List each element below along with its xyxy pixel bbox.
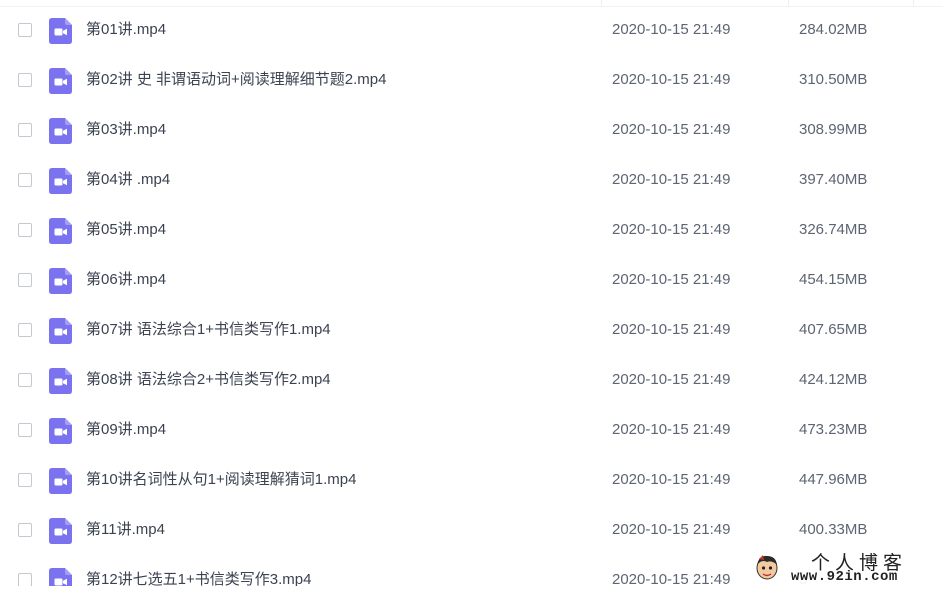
file-size: 454.15MB bbox=[799, 271, 868, 288]
file-size: 447.96MB bbox=[799, 471, 868, 488]
file-name[interactable]: 第09讲.mp4 bbox=[86, 421, 166, 439]
row-checkbox[interactable] bbox=[18, 573, 32, 586]
video-file-icon bbox=[49, 518, 72, 544]
file-row[interactable]: 第09讲.mp4 2020-10-15 21:49 473.23MB bbox=[0, 406, 943, 456]
file-size: 400.33MB bbox=[799, 521, 868, 538]
file-name[interactable]: 第11讲.mp4 bbox=[86, 521, 165, 539]
avatar-icon bbox=[756, 555, 778, 580]
file-row[interactable]: 第01讲.mp4 2020-10-15 21:49 284.02MB bbox=[0, 6, 943, 56]
video-file-icon bbox=[49, 268, 72, 294]
video-file-icon bbox=[49, 118, 72, 144]
file-date: 2020-10-15 21:49 bbox=[612, 21, 731, 38]
file-name[interactable]: 第10讲名词性从句1+阅读理解猜词1.mp4 bbox=[86, 471, 356, 489]
file-date: 2020-10-15 21:49 bbox=[612, 121, 731, 138]
file-row[interactable]: 第06讲.mp4 2020-10-15 21:49 454.15MB bbox=[0, 256, 943, 306]
file-row[interactable]: 第08讲 语法综合2+书信类写作2.mp4 2020-10-15 21:49 424… bbox=[0, 356, 943, 406]
file-date: 2020-10-15 21:49 bbox=[612, 471, 731, 488]
row-checkbox[interactable] bbox=[18, 173, 32, 187]
file-date: 2020-10-15 21:49 bbox=[612, 421, 731, 438]
file-row[interactable]: 第05讲.mp4 2020-10-15 21:49 326.74MB bbox=[0, 206, 943, 256]
file-row[interactable]: 第02讲 史 非谓语动词+阅读理解细节题2.mp4 2020-10-15 21:4… bbox=[0, 56, 943, 106]
row-checkbox[interactable] bbox=[18, 373, 32, 387]
row-checkbox[interactable] bbox=[18, 273, 32, 287]
row-checkbox[interactable] bbox=[18, 323, 32, 337]
file-row[interactable]: 第03讲.mp4 2020-10-15 21:49 308.99MB bbox=[0, 106, 943, 156]
file-name[interactable]: 第05讲.mp4 bbox=[86, 221, 166, 239]
file-name[interactable]: 第07讲 语法综合1+书信类写作1.mp4 bbox=[86, 321, 331, 339]
file-size: 407.65MB bbox=[799, 321, 868, 338]
file-size: 310.50MB bbox=[799, 71, 868, 88]
watermark-url: www.92in.com bbox=[791, 569, 898, 585]
file-size: 284.02MB bbox=[799, 21, 868, 38]
file-name[interactable]: 第08讲 语法综合2+书信类写作2.mp4 bbox=[86, 371, 331, 389]
file-date: 2020-10-15 21:49 bbox=[612, 271, 731, 288]
video-file-icon bbox=[49, 568, 72, 586]
video-file-icon bbox=[49, 468, 72, 494]
file-row[interactable]: 第04讲 .mp4 2020-10-15 21:49 397.40MB bbox=[0, 156, 943, 206]
file-name[interactable]: 第01讲.mp4 bbox=[86, 21, 166, 39]
row-checkbox[interactable] bbox=[18, 73, 32, 87]
file-size: 473.23MB bbox=[799, 421, 868, 438]
row-checkbox[interactable] bbox=[18, 523, 32, 537]
video-file-icon bbox=[49, 368, 72, 394]
watermark: 个人博客 www.92in.com bbox=[745, 545, 943, 589]
file-list: 第01讲.mp4 2020-10-15 21:49 284.02MB 第02讲 史 非… bbox=[0, 6, 943, 586]
file-name[interactable]: 第02讲 史 非谓语动词+阅读理解细节题2.mp4 bbox=[86, 71, 386, 89]
row-checkbox[interactable] bbox=[18, 423, 32, 437]
video-file-icon bbox=[49, 68, 72, 94]
file-row[interactable]: 第10讲名词性从句1+阅读理解猜词1.mp4 2020-10-15 21:49 44… bbox=[0, 456, 943, 506]
file-size: 308.99MB bbox=[799, 121, 868, 138]
file-name[interactable]: 第04讲 .mp4 bbox=[86, 171, 170, 189]
row-checkbox[interactable] bbox=[18, 473, 32, 487]
file-date: 2020-10-15 21:49 bbox=[612, 321, 731, 338]
file-name[interactable]: 第03讲.mp4 bbox=[86, 121, 166, 139]
file-date: 2020-10-15 21:49 bbox=[612, 371, 731, 388]
row-checkbox[interactable] bbox=[18, 223, 32, 237]
video-file-icon bbox=[49, 18, 72, 44]
video-file-icon bbox=[49, 318, 72, 344]
video-file-icon bbox=[49, 218, 72, 244]
file-date: 2020-10-15 21:49 bbox=[612, 521, 731, 538]
video-file-icon bbox=[49, 168, 72, 194]
file-name[interactable]: 第12讲七选五1+书信类写作3.mp4 bbox=[86, 571, 311, 586]
file-size: 424.12MB bbox=[799, 371, 868, 388]
row-checkbox[interactable] bbox=[18, 23, 32, 37]
file-date: 2020-10-15 21:49 bbox=[612, 571, 731, 586]
file-size: 326.74MB bbox=[799, 221, 868, 238]
file-date: 2020-10-15 21:49 bbox=[612, 171, 731, 188]
file-date: 2020-10-15 21:49 bbox=[612, 71, 731, 88]
video-file-icon bbox=[49, 418, 72, 444]
row-checkbox[interactable] bbox=[18, 123, 32, 137]
file-row[interactable]: 第07讲 语法综合1+书信类写作1.mp4 2020-10-15 21:49 407… bbox=[0, 306, 943, 356]
file-date: 2020-10-15 21:49 bbox=[612, 221, 731, 238]
file-name[interactable]: 第06讲.mp4 bbox=[86, 271, 166, 289]
file-size: 397.40MB bbox=[799, 171, 868, 188]
